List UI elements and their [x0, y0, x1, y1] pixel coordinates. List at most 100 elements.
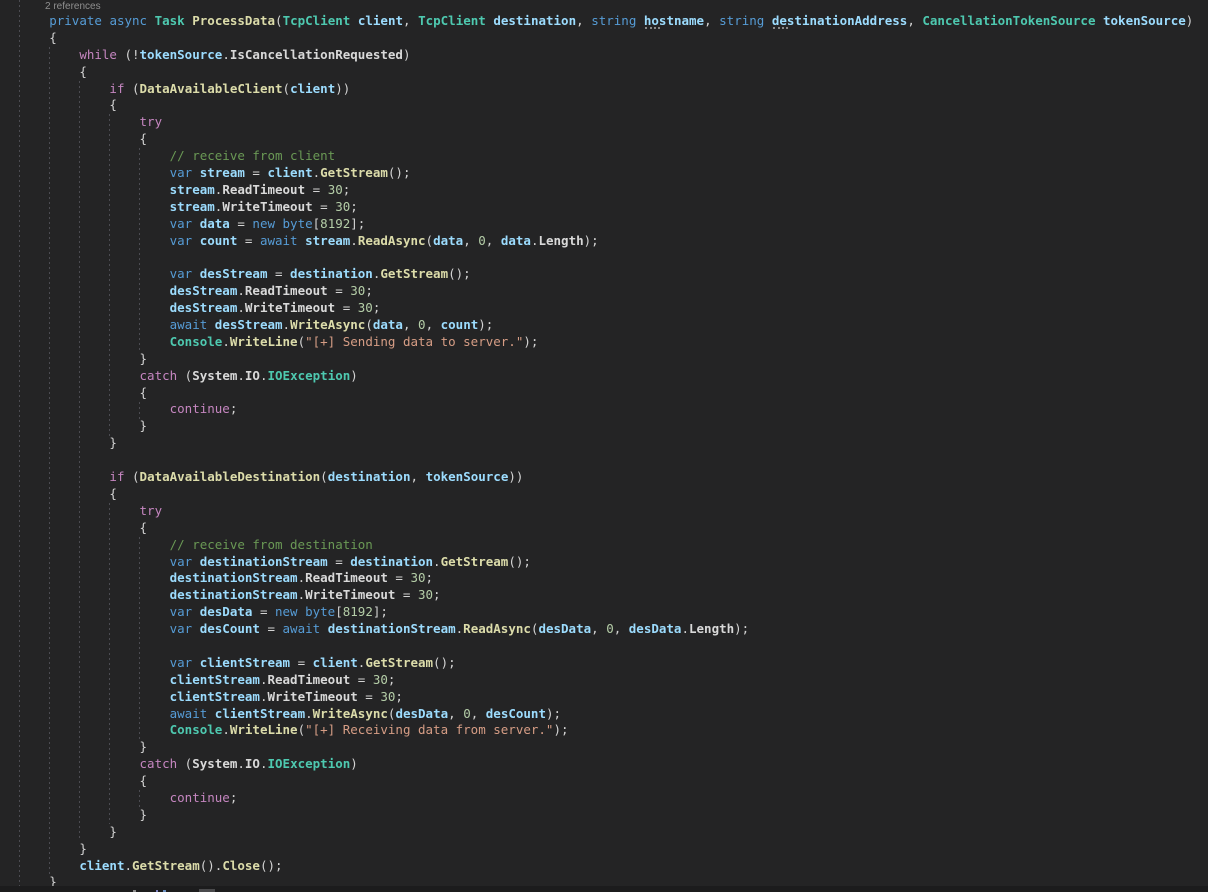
code-line-51[interactable]: client.GetStream().Close(); [0, 858, 1208, 875]
code-line-17[interactable]: desStream.ReadTimeout = 30; [0, 283, 1208, 300]
code-line-44[interactable]: } [0, 739, 1208, 756]
code-line-12[interactable]: stream.WriteTimeout = 30; [0, 199, 1208, 216]
code-token: TcpClient [418, 13, 486, 28]
code-line-14[interactable]: var count = await stream.ReadAsync(data,… [0, 233, 1208, 250]
code-line-38[interactable] [0, 638, 1208, 655]
code-token: } [140, 739, 148, 754]
code-line-28[interactable]: if (DataAvailableDestination(destination… [0, 469, 1208, 486]
code-line-25[interactable]: } [0, 418, 1208, 435]
indent-spaces [0, 537, 170, 552]
code-token: ; [350, 199, 358, 214]
code-token: byte [283, 216, 313, 231]
code-line-8[interactable]: { [0, 131, 1208, 148]
code-token: ); [553, 722, 568, 737]
code-token: WriteTimeout [267, 689, 357, 704]
code-line-29[interactable]: { [0, 486, 1208, 503]
indent-spaces [0, 790, 170, 805]
code-line-1[interactable]: private async Task ProcessData(TcpClient… [0, 13, 1208, 30]
code-token: = [395, 587, 418, 602]
code-token [192, 233, 200, 248]
code-line-11[interactable]: stream.ReadTimeout = 30; [0, 182, 1208, 199]
code-line-13[interactable]: var data = new byte[8192]; [0, 216, 1208, 233]
code-line-45[interactable]: catch (System.IO.IOException) [0, 756, 1208, 773]
code-line-32[interactable]: // receive from destination [0, 537, 1208, 554]
code-line-42[interactable]: await clientStream.WriteAsync(desData, 0… [0, 706, 1208, 723]
code-token: destinationAddress [772, 13, 907, 28]
code-line-50[interactable]: } [0, 841, 1208, 858]
code-line-46[interactable]: { [0, 773, 1208, 790]
code-token: 30 [350, 283, 365, 298]
editor-pane[interactable]: 2 references private async Task ProcessD… [0, 0, 1208, 892]
code-token: . [283, 317, 291, 332]
indent-spaces [0, 587, 170, 602]
code-token: stream [170, 199, 215, 214]
code-line-7[interactable]: try [0, 114, 1208, 131]
code-line-15[interactable] [0, 249, 1208, 266]
code-line-43[interactable]: Console.WriteLine("[+] Receiving data fr… [0, 722, 1208, 739]
code-token: WriteAsync [290, 317, 365, 332]
code-line-4[interactable]: { [0, 64, 1208, 81]
indent-spaces [0, 469, 109, 484]
code-line-48[interactable]: } [0, 807, 1208, 824]
code-line-26[interactable]: } [0, 435, 1208, 452]
indent-spaces [0, 148, 170, 163]
code-token: string [719, 13, 764, 28]
code-line-21[interactable]: } [0, 351, 1208, 368]
code-line-16[interactable]: var desStream = destination.GetStream(); [0, 266, 1208, 283]
code-line-22[interactable]: catch (System.IO.IOException) [0, 368, 1208, 385]
code-line-34[interactable]: destinationStream.ReadTimeout = 30; [0, 570, 1208, 587]
code-line-19[interactable]: await desStream.WriteAsync(data, 0, coun… [0, 317, 1208, 334]
code-line-6[interactable]: { [0, 97, 1208, 114]
code-line-27[interactable] [0, 452, 1208, 469]
code-token: , [704, 13, 719, 28]
code-line-41[interactable]: clientStream.WriteTimeout = 30; [0, 689, 1208, 706]
indent-spaces [0, 756, 140, 771]
code-token: = [328, 554, 351, 569]
code-token: destination [350, 554, 433, 569]
code-token: desCount [486, 706, 546, 721]
code-token: )) [335, 81, 350, 96]
code-token [764, 13, 772, 28]
code-token [298, 604, 306, 619]
code-token: } [140, 418, 148, 433]
code-token [192, 554, 200, 569]
indent-spaces [0, 554, 170, 569]
code-token: = [252, 604, 275, 619]
code-line-30[interactable]: try [0, 503, 1208, 520]
codelens-references[interactable]: 2 references [45, 1, 101, 12]
code-token: 0 [418, 317, 426, 332]
code-line-31[interactable]: { [0, 520, 1208, 537]
code-token: tokenSource [426, 469, 509, 484]
code-line-40[interactable]: clientStream.ReadTimeout = 30; [0, 672, 1208, 689]
code-line-47[interactable]: continue; [0, 790, 1208, 807]
code-line-24[interactable]: continue; [0, 401, 1208, 418]
code-line-36[interactable]: var desData = new byte[8192]; [0, 604, 1208, 621]
code-token: } [109, 435, 117, 450]
code-line-10[interactable]: var stream = client.GetStream(); [0, 165, 1208, 182]
code-token: { [140, 773, 148, 788]
code-token: Console [170, 722, 223, 737]
code-line-3[interactable]: while (!tokenSource.IsCancellationReques… [0, 47, 1208, 64]
code-token: // receive from client [170, 148, 336, 163]
code-line-2[interactable]: { [0, 30, 1208, 47]
code-line-18[interactable]: desStream.WriteTimeout = 30; [0, 300, 1208, 317]
indent-spaces [0, 182, 170, 197]
code-token: continue [170, 401, 230, 416]
code-line-23[interactable]: { [0, 385, 1208, 402]
code-area[interactable]: private async Task ProcessData(TcpClient… [0, 13, 1208, 891]
indent-spaces [0, 47, 79, 62]
code-line-35[interactable]: destinationStream.WriteTimeout = 30; [0, 587, 1208, 604]
code-line-49[interactable]: } [0, 824, 1208, 841]
code-token: = [230, 216, 253, 231]
code-line-20[interactable]: Console.WriteLine("[+] Sending data to s… [0, 334, 1208, 351]
code-line-37[interactable]: var desCount = await destinationStream.R… [0, 621, 1208, 638]
code-line-33[interactable]: var destinationStream = destination.GetS… [0, 554, 1208, 571]
code-token [298, 233, 306, 248]
code-line-9[interactable]: // receive from client [0, 148, 1208, 165]
code-line-5[interactable]: if (DataAvailableClient(client)) [0, 81, 1208, 98]
code-token: 30 [410, 570, 425, 585]
code-line-39[interactable]: var clientStream = client.GetStream(); [0, 655, 1208, 672]
indent-spaces [0, 706, 170, 721]
code-token: destinationStream [200, 554, 328, 569]
code-token: ]; [373, 604, 388, 619]
